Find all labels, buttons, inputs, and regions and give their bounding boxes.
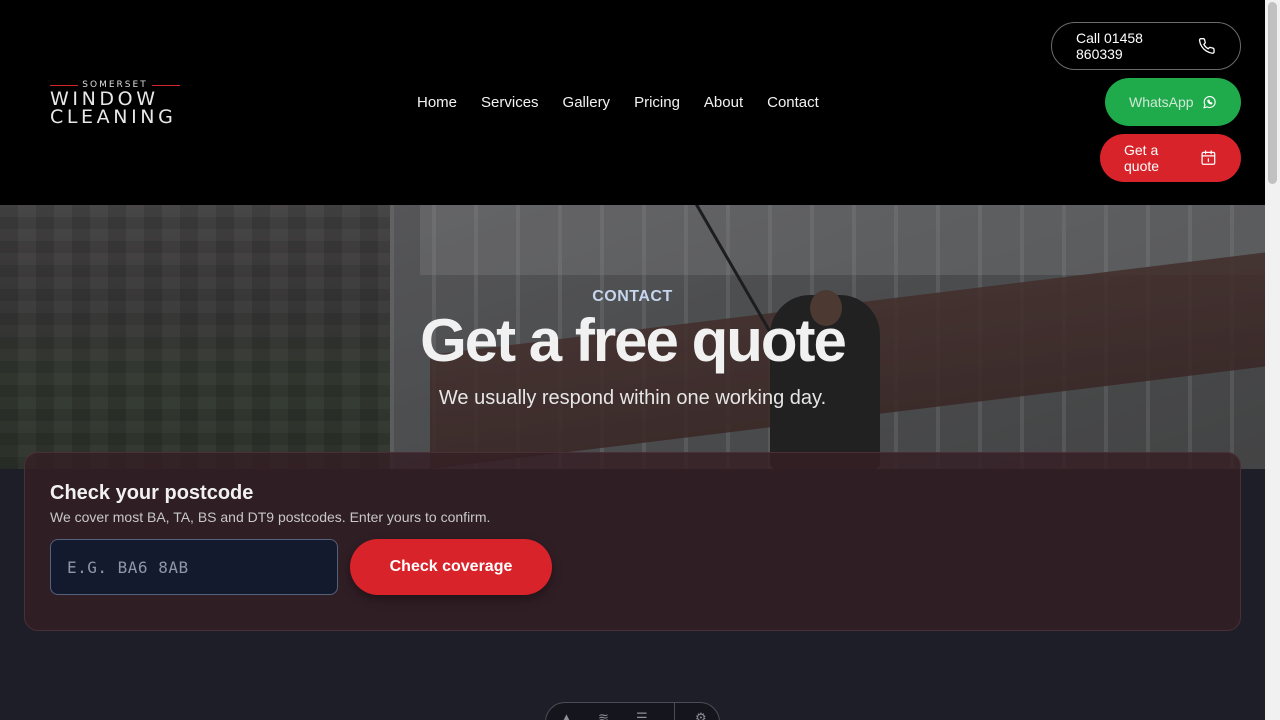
hero-kicker: CONTACT [592,288,673,305]
whatsapp-button-label: WhatsApp [1129,94,1194,110]
page-title: Get a free quote [420,307,847,374]
toolbar-settings-icon[interactable]: ⚙ [695,711,713,720]
call-button[interactable]: Call 01458 860339 [1051,22,1241,70]
nav-contact[interactable]: Contact [767,93,819,113]
logo[interactable]: SOMERSET WINDOW CLEANING [50,80,180,128]
phone-icon [1199,38,1216,54]
hero-subtitle: We usually respond within one working da… [438,387,827,409]
logo-rule-right [151,84,180,86]
nav-services[interactable]: Services [481,93,539,113]
main-nav: Home Services Gallery Pricing About Cont… [417,93,843,113]
toolbar-a-icon[interactable]: ▲ [560,711,578,720]
logo-line-2: CLEANING [50,106,177,128]
scrollbar-thumb[interactable] [1268,2,1277,184]
toolbar-divider [674,703,675,720]
check-coverage-button[interactable]: Check coverage [350,539,552,595]
logo-rule-left [50,84,79,86]
nav-pricing[interactable]: Pricing [634,93,680,113]
get-quote-button[interactable]: Get a quote [1100,134,1241,182]
calendar-icon [1201,150,1216,165]
postcode-card: Check your postcode We cover most BA, TA… [24,452,1241,631]
hero-section: CONTACT Get a free quote We usually resp… [0,205,1265,469]
nav-about[interactable]: About [704,93,743,113]
nav-home[interactable]: Home [417,93,457,113]
call-button-label: Call 01458 860339 [1076,30,1143,62]
postcode-input[interactable] [50,539,338,595]
toolbar-layers-icon[interactable]: ≋ [598,711,616,720]
site-header: SOMERSET WINDOW CLEANING Home Services G… [0,0,1265,205]
postcode-heading: Check your postcode [50,482,254,504]
whatsapp-button[interactable]: WhatsApp [1105,78,1241,126]
toolbar-menu-icon[interactable]: ☰ [636,711,654,720]
get-quote-button-label: Get a quote [1124,142,1160,174]
nav-gallery[interactable]: Gallery [563,93,611,113]
whatsapp-icon [1202,96,1216,109]
floating-toolbar: ▲ ≋ ☰ ⚙ [545,702,720,720]
page-scrollbar[interactable] [1265,0,1280,720]
postcode-description: We cover most BA, TA, BS and DT9 postcod… [50,509,491,525]
